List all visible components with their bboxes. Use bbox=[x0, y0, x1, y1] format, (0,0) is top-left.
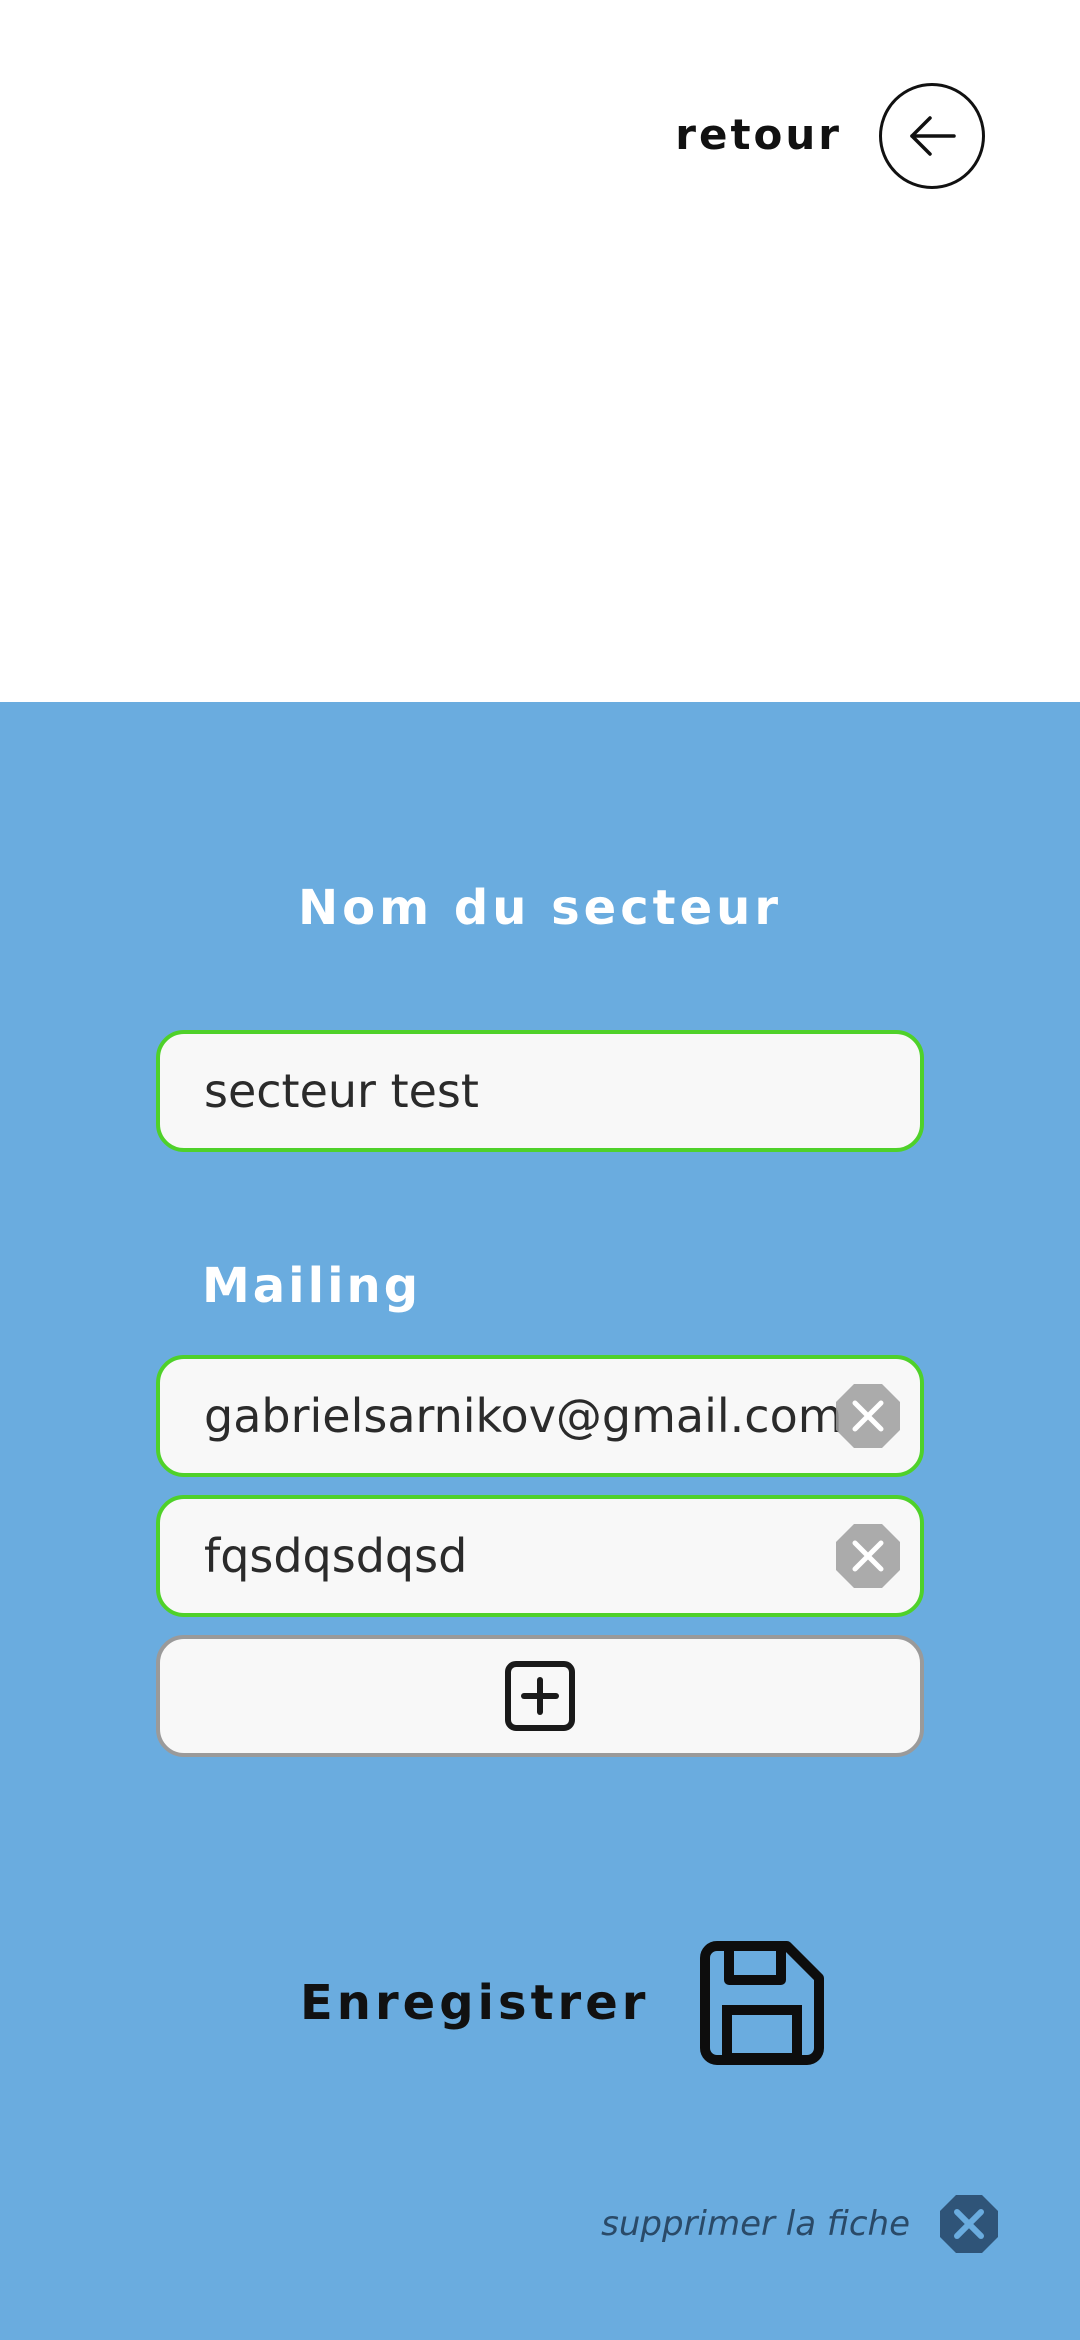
floppy-disk-icon bbox=[700, 1941, 825, 2065]
mailing-email-field[interactable]: fqsdqsdqsd bbox=[156, 1495, 924, 1617]
mailing-email-value: gabrielsarnikov@gmail.com bbox=[204, 1389, 843, 1443]
delete-label: supprimer la fiche bbox=[601, 2204, 910, 2244]
mailing-email-field[interactable]: gabrielsarnikov@gmail.com bbox=[156, 1355, 924, 1477]
back-button[interactable] bbox=[879, 83, 985, 189]
sector-name-input[interactable]: secteur test bbox=[156, 1030, 924, 1152]
remove-email-icon[interactable] bbox=[834, 1382, 902, 1450]
sector-title: Nom du secteur bbox=[297, 880, 783, 936]
add-email-button[interactable] bbox=[156, 1635, 924, 1757]
delete-close-icon bbox=[940, 2195, 998, 2253]
mailing-email-value: fqsdqsdqsd bbox=[204, 1529, 468, 1583]
delete-record-button[interactable]: supprimer la fiche bbox=[601, 2193, 1000, 2255]
save-button[interactable]: Enregistrer bbox=[300, 1940, 825, 2066]
plus-square-icon bbox=[505, 1661, 575, 1731]
back-label[interactable]: retour bbox=[675, 110, 842, 159]
mailing-label: Mailing bbox=[202, 1258, 422, 1314]
remove-email-icon[interactable] bbox=[834, 1522, 902, 1590]
arrow-left-icon bbox=[910, 116, 956, 156]
header-area: retour bbox=[0, 0, 1080, 702]
sector-name-value: secteur test bbox=[204, 1064, 479, 1118]
save-label: Enregistrer bbox=[300, 1975, 650, 2031]
